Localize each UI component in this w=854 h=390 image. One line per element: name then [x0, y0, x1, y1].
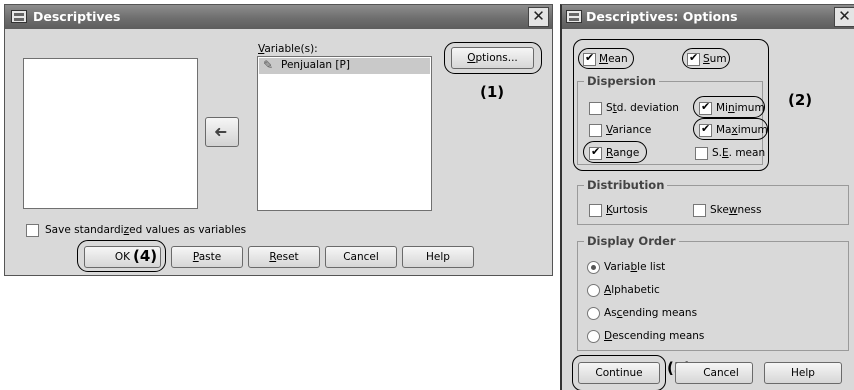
- help-button[interactable]: Help: [764, 362, 842, 384]
- variance-checkbox[interactable]: [589, 124, 602, 137]
- annotation-circle-range: [583, 141, 647, 163]
- variables-label: Variable(s):: [258, 43, 318, 55]
- skewness-label: Skewness: [710, 204, 762, 216]
- paste-button[interactable]: Paste: [171, 246, 243, 268]
- annotation-2: (2): [788, 91, 813, 109]
- selected-variables-list[interactable]: ✎ Penjualan [P]: [257, 56, 432, 211]
- source-variable-list[interactable]: [23, 58, 198, 209]
- cancel-button[interactable]: Cancel: [675, 362, 753, 384]
- arrow-left-icon: ➜: [214, 122, 228, 141]
- variable-row-penjualan[interactable]: ✎ Penjualan [P]: [259, 58, 430, 74]
- save-standardized-label: Save standardized values as variables: [45, 224, 247, 236]
- descriptives-dialog: Descriptives ✕ ➜ Variable(s): ✎ Penjuala…: [4, 4, 553, 276]
- descending-means-label: Descending means: [604, 330, 705, 342]
- annotation-circle-mean: [578, 48, 634, 69]
- se-mean-label: S.E. mean: [712, 147, 766, 159]
- annotation-circle-ok: [77, 240, 166, 272]
- close-icon[interactable]: ✕: [834, 7, 854, 27]
- variable-list-label: Variable list: [604, 261, 666, 273]
- display-order-title: Display Order: [584, 234, 679, 248]
- std-deviation-checkbox[interactable]: [589, 102, 602, 115]
- ascending-means-radio[interactable]: [587, 307, 600, 320]
- descriptives-title: Descriptives: [33, 9, 121, 24]
- annotation-circle-options: [444, 42, 542, 74]
- close-icon[interactable]: ✕: [528, 7, 549, 27]
- descriptives-titlebar[interactable]: Descriptives ✕: [5, 5, 552, 29]
- alphabetic-radio[interactable]: [587, 284, 600, 297]
- std-deviation-label: Std. deviation: [606, 102, 679, 114]
- variable-list-radio[interactable]: [587, 261, 600, 274]
- save-standardized-checkbox[interactable]: [26, 224, 39, 237]
- skewness-checkbox[interactable]: [693, 204, 706, 217]
- descending-means-radio[interactable]: [587, 330, 600, 343]
- annotation-circle-maximum: [693, 118, 768, 140]
- reset-button[interactable]: Reset: [248, 246, 320, 268]
- help-button[interactable]: Help: [402, 246, 474, 268]
- descriptives-options-dialog: Descriptives: Options ✕ (2) Mean Sum Dis…: [560, 4, 854, 390]
- alphabetic-label: Alphabetic: [604, 284, 660, 296]
- options-title: Descriptives: Options: [586, 9, 738, 24]
- ruler-icon: ✎: [263, 58, 274, 72]
- variable-label: Penjualan [P]: [281, 59, 350, 71]
- spss-app-icon: [566, 10, 582, 23]
- spss-app-icon: [11, 10, 27, 23]
- cancel-button[interactable]: Cancel: [325, 246, 397, 268]
- ascending-means-label: Ascending means: [604, 307, 698, 319]
- annotation-1: (1): [480, 83, 505, 101]
- kurtosis-label: Kurtosis: [606, 204, 648, 216]
- se-mean-checkbox[interactable]: [695, 147, 708, 160]
- move-variable-button[interactable]: ➜: [205, 117, 239, 147]
- annotation-circle-minimum: [693, 96, 765, 118]
- annotation-box-continue: [572, 355, 666, 390]
- distribution-title: Distribution: [584, 178, 668, 192]
- dispersion-title: Dispersion: [584, 74, 659, 88]
- annotation-circle-sum: [682, 48, 730, 69]
- options-titlebar[interactable]: Descriptives: Options ✕: [562, 5, 854, 29]
- variance-label: Variance: [606, 124, 652, 136]
- kurtosis-checkbox[interactable]: [589, 204, 602, 217]
